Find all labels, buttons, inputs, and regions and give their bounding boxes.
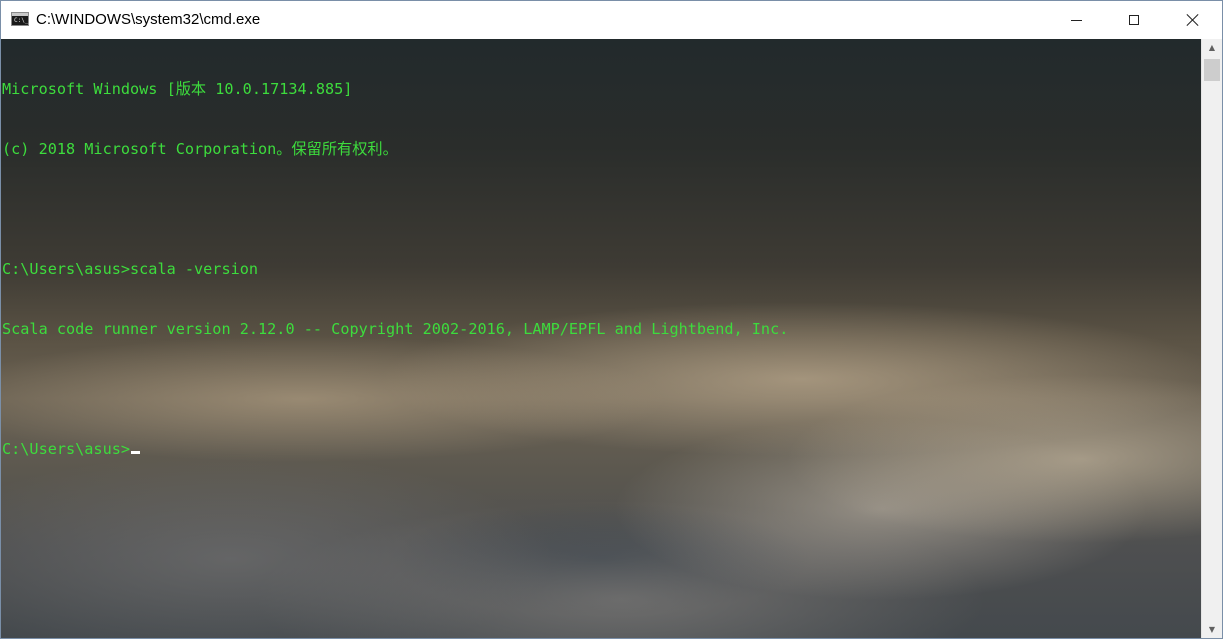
close-icon [1187, 14, 1199, 26]
console-line: Scala code runner version 2.12.0 -- Copy… [2, 320, 789, 338]
cmd-console-icon[interactable]: C:\_ [11, 12, 29, 26]
maximize-icon [1129, 15, 1139, 25]
icon-titlebar-strip [12, 13, 28, 16]
prompt-line[interactable]: C:\Users\asus> [2, 439, 788, 459]
text-cursor [131, 451, 141, 454]
scrollbar-thumb[interactable] [1204, 59, 1220, 81]
console-line: C:\Users\asus>scala -version [2, 260, 259, 278]
vertical-scrollbar[interactable]: ▲ ▼ [1201, 39, 1222, 638]
icon-prompt-text: C:\_ [14, 17, 29, 24]
console-line: Microsoft Windows [版本 10.0.17134.885] [2, 80, 353, 98]
current-prompt: C:\Users\asus> [2, 440, 131, 458]
minimize-icon [1070, 19, 1082, 21]
close-button[interactable] [1163, 1, 1222, 39]
window-title: C:\WINDOWS\system32\cmd.exe [36, 11, 261, 28]
maximize-button[interactable] [1105, 1, 1163, 39]
scroll-up-arrow-icon[interactable]: ▲ [1202, 39, 1222, 56]
console-text: Microsoft Windows [版本 10.0.17134.885] (c… [2, 39, 788, 499]
scroll-down-arrow-icon[interactable]: ▼ [1202, 621, 1222, 638]
cmd-window: C:\_ C:\WINDOWS\system32\cmd.exe Microso… [0, 0, 1223, 639]
title-bar[interactable]: C:\_ C:\WINDOWS\system32\cmd.exe [1, 1, 1222, 39]
minimize-button[interactable] [1047, 1, 1105, 39]
console-line: (c) 2018 Microsoft Corporation。保留所有权利。 [2, 140, 398, 158]
console-output-area[interactable]: Microsoft Windows [版本 10.0.17134.885] (c… [1, 39, 1201, 638]
